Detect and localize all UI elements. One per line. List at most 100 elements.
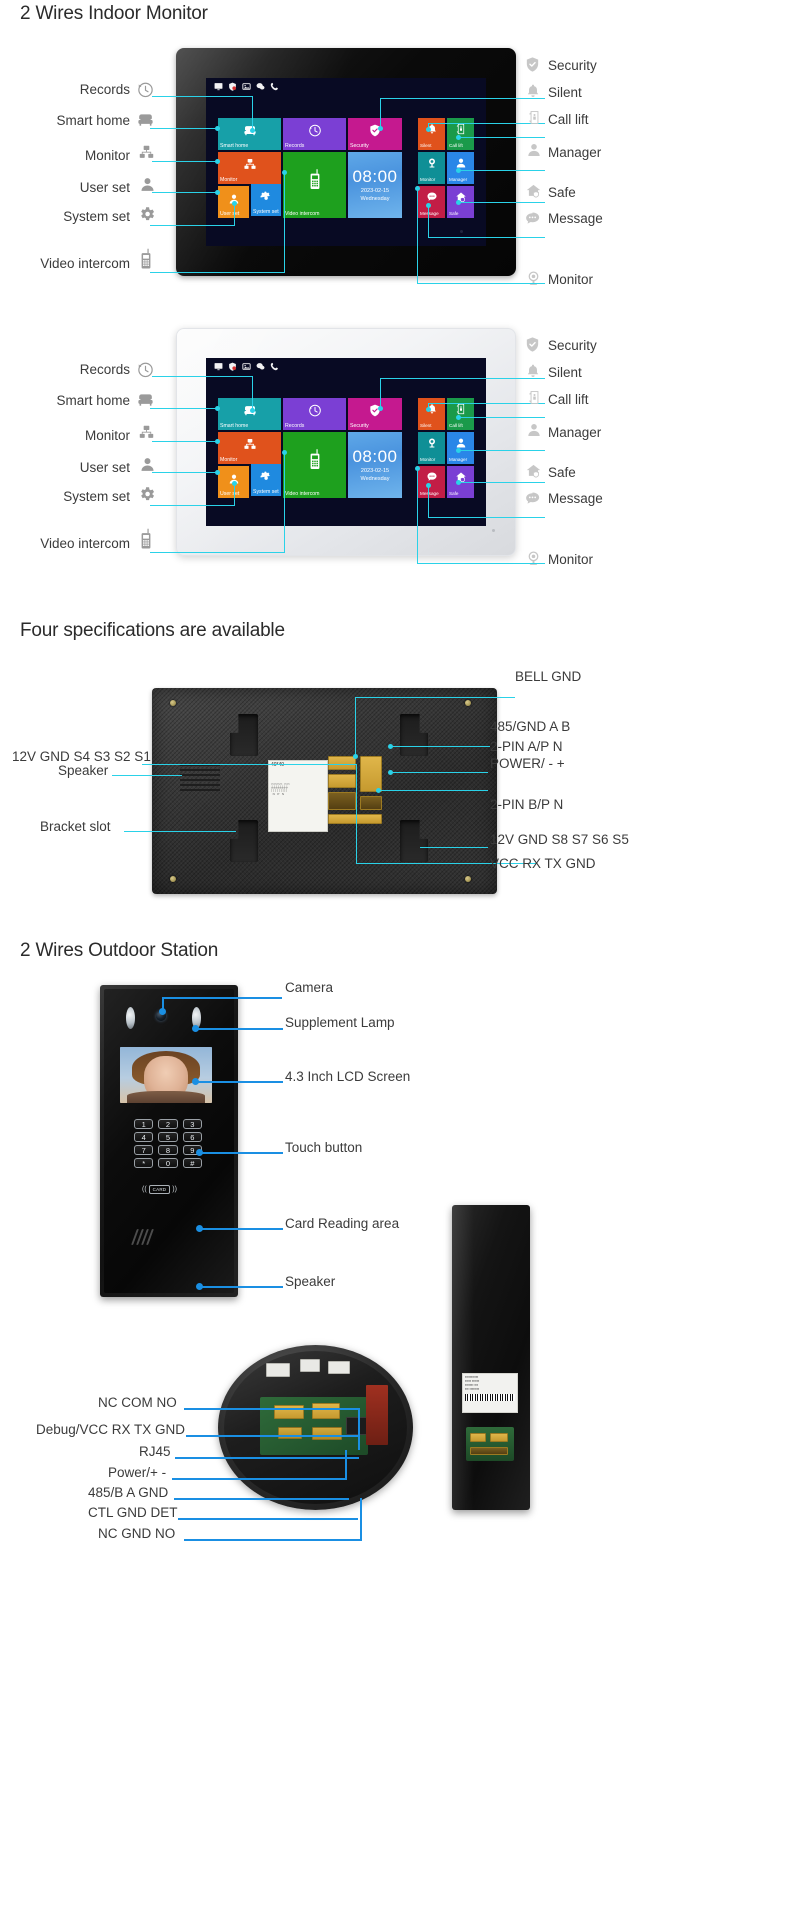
callout-dot [378,406,383,411]
monitor-icon [214,363,223,371]
tile-monitor[interactable]: Monitor [218,432,281,464]
outdoor-station-front: 1 2 3 4 5 6 7 8 9 * 0 # (( CARD )) [100,985,238,1297]
callout2-message [428,517,545,518]
tile-label: Video intercom [285,210,320,217]
pcb-connector-white-3 [328,1361,350,1374]
side-tile-label: Manager [449,457,468,463]
label-text: Safe [548,465,576,480]
tile-security[interactable]: Security [348,118,402,150]
tile-video-intercom[interactable]: Video intercom [283,152,346,218]
side-tile-label: Call lift [449,423,463,429]
callout-bell-gnd [355,697,515,698]
side-tile-monitor[interactable]: Monitor [418,432,445,464]
connector-block-d [360,756,382,792]
label-text: Monitor [548,552,594,567]
key-4[interactable]: 4 [134,1132,154,1142]
label-text: 2-PIN B/P N [490,797,564,812]
tile-system-set[interactable]: System set [251,464,281,496]
callout-dot [415,466,420,471]
label-text: Message [548,491,603,506]
phone-icon [270,362,278,371]
callout-dot [388,770,393,775]
callout-dot [282,450,287,455]
callout2-video-intercom-v [284,452,285,552]
key-8[interactable]: 8 [158,1145,178,1155]
label-text: 12V GND S8 S7 S6 S5 [490,832,629,847]
card-label: CARD [148,1185,171,1194]
tile-records[interactable]: Records [283,118,346,150]
callout-dot [215,190,220,195]
side-tile-label: Manager [449,177,468,183]
tile-video-intercom[interactable]: Video intercom [283,432,346,498]
key-6[interactable]: 6 [182,1132,202,1142]
gear-icon [260,190,272,208]
clock-time: 08:00 [352,447,398,466]
key-1[interactable]: 1 [134,1119,154,1129]
tile-smart-home[interactable]: Smart home [218,118,281,150]
callout-dot [456,448,461,453]
side-tile-label: Message [420,211,439,217]
mic-hole [492,529,495,532]
label-text: NC GND NO [98,1526,176,1541]
tile-clock: 08:00 2023-02-15 Wednesday [348,152,402,218]
key-hash[interactable]: # [182,1158,202,1168]
callout-power-od [172,1478,347,1480]
callout2-smart-home [150,408,217,409]
callout-camera [162,997,282,999]
pcb-connector-rj45 [346,1417,368,1435]
callout-debug-vcc [186,1435,358,1437]
label-text: Video intercom [40,536,130,551]
callout2-message-v [428,485,429,517]
specs-label-power: POWER/ - + [490,755,565,773]
outdoor-station-back: ▪▪▪▪▪▪▪▪▪▪▪ ▪▪▪▪▪ ▪▪▪▪▪▪ ▪▪▪▪▪▪▪ ▪▪▪ ▪▪▪… [452,1205,530,1510]
key-5[interactable]: 5 [158,1132,178,1142]
label-text: Speaker [285,1274,336,1289]
walkie-talkie-icon [139,528,153,555]
back-edge-highlight [452,1205,474,1510]
clock-icon [136,360,155,384]
tile-smart-home[interactable]: Smart home [218,398,281,430]
callout-video-intercom [150,272,285,273]
callout-dot [215,159,220,164]
callout2-security [380,378,545,379]
side-tile-message[interactable]: Message [418,186,445,218]
card-reading-area[interactable]: (( CARD )) [142,1185,177,1194]
callout2-records [152,376,252,377]
callout-card-reading [200,1228,283,1230]
main-tile-grid: Smart home Records Security Monitor Vide… [218,118,402,218]
key-3[interactable]: 3 [182,1119,202,1129]
specs-section-title: Four specifications are available [20,620,285,641]
side-tile-label: Monitor [420,457,436,463]
side-tile-message[interactable]: Message [418,466,445,498]
specs-label-bell-gnd: BELL GND [515,668,581,686]
outdoor-label-lcd: 4.3 Inch LCD Screen [285,1068,410,1086]
tile-security[interactable]: Security [348,398,402,430]
side-tile-monitor[interactable]: Monitor [418,152,445,184]
chat-icon [256,363,265,370]
connector-block-f [328,814,382,824]
network-icon [138,424,155,446]
callout2-manager [458,450,545,451]
user-icon [139,176,156,198]
back-terminal [490,1433,508,1442]
key-2[interactable]: 2 [158,1119,178,1129]
tile-system-set[interactable]: System set [251,184,281,216]
pcb-connector-gold-2 [312,1403,340,1419]
callout-user-set [152,192,217,193]
label-text: Monitor [84,148,130,163]
wiring-label-485: 485/B A GND [88,1484,168,1502]
key-0[interactable]: 0 [158,1158,178,1168]
tile-records[interactable]: Records [283,398,346,430]
label-text: NC COM NO [98,1395,177,1410]
camera-icon [426,436,438,454]
pcb-connector-gold-4 [312,1427,342,1440]
callout2-records-v [252,376,253,410]
tile-monitor[interactable]: Monitor [218,152,281,184]
key-7[interactable]: 7 [134,1145,154,1155]
key-star[interactable]: * [134,1158,154,1168]
callout-dot [282,170,287,175]
lcd-screen [120,1047,212,1103]
keypad[interactable]: 1 2 3 4 5 6 7 8 9 * 0 # [134,1119,202,1168]
side-tile-label: Safe [449,491,459,497]
specs-label-12v-gnd-s8: 12V GND S8 S7 S6 S5 [490,831,629,849]
